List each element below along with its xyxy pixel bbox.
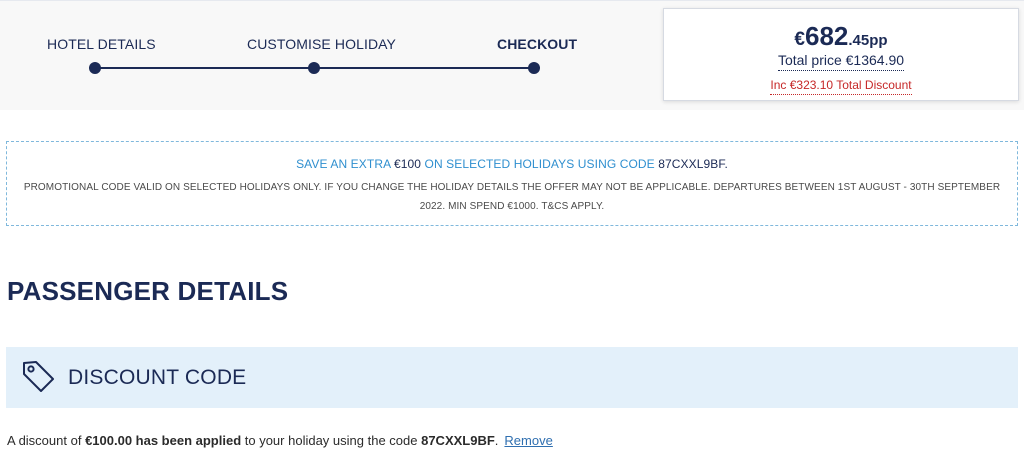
step-dot-customise-holiday bbox=[308, 62, 320, 74]
discount-code-title: DISCOUNT CODE bbox=[68, 366, 247, 389]
price-integer: 682 bbox=[805, 21, 849, 51]
total-discount[interactable]: Inc €323.10 Total Discount bbox=[664, 78, 1018, 95]
checkout-progress: HOTEL DETAILS CUSTOMISE HOLIDAY CHECKOUT bbox=[0, 0, 650, 110]
step-checkout: CHECKOUT bbox=[497, 36, 578, 52]
price-per-person: €682.45pp bbox=[664, 21, 1018, 52]
promo-headline: SAVE AN EXTRA €100 ON SELECTED HOLIDAYS … bbox=[296, 157, 728, 171]
page-title: PASSENGER DETAILS bbox=[7, 276, 289, 306]
price-decimal: .45pp bbox=[848, 32, 888, 49]
price-summary-card: €682.45pp Total price €1364.90 Inc €323.… bbox=[663, 8, 1019, 101]
discount-code-header[interactable]: DISCOUNT CODE bbox=[6, 347, 1018, 408]
price-currency: € bbox=[794, 29, 805, 50]
total-price[interactable]: Total price €1364.90 bbox=[664, 52, 1018, 71]
remove-discount-link[interactable]: Remove bbox=[504, 433, 552, 448]
step-dot-hotel-details bbox=[89, 62, 101, 74]
step-customise-holiday[interactable]: CUSTOMISE HOLIDAY bbox=[247, 36, 396, 52]
promo-banner: SAVE AN EXTRA €100 ON SELECTED HOLIDAYS … bbox=[6, 141, 1018, 226]
promo-terms: PROMOTIONAL CODE VALID ON SELECTED HOLID… bbox=[23, 182, 1001, 212]
step-dot-checkout bbox=[528, 62, 540, 74]
discount-applied-message: A discount of €100.00 has been applied t… bbox=[7, 433, 553, 448]
step-hotel-details[interactable]: HOTEL DETAILS bbox=[47, 36, 156, 52]
tag-icon bbox=[23, 361, 54, 392]
